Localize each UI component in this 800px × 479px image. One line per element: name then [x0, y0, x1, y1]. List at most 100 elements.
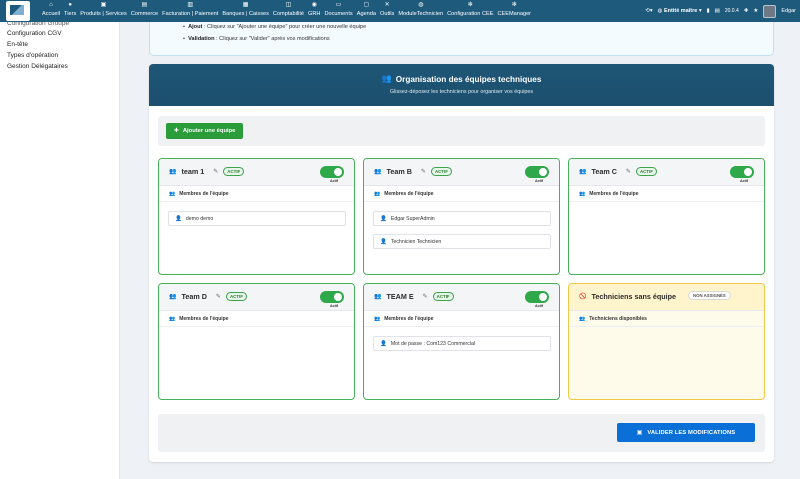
member-item[interactable]: 👤 Mot de passe : Com123 Commercial [373, 336, 551, 351]
team-card[interactable]: 👥 Team D ✎ ACTIF Actif 👥 Membres de l'équipe [158, 283, 355, 400]
commerce-icon: ▤ [141, 2, 148, 8]
nav-item-configuration-cee[interactable]: ✻ Configuration CEE [445, 0, 495, 22]
toggle-label: Actif [740, 179, 748, 183]
plus-icon: ✚ [174, 128, 179, 134]
star-icon[interactable]: ★ [753, 8, 758, 14]
sidebar-item-types-operation[interactable]: Types d'opération [0, 50, 119, 61]
nav-label: CEEManager [497, 11, 532, 17]
version-label: 20.0.4 [724, 8, 739, 14]
users-icon: 👥 [169, 169, 177, 175]
users-icon: 👥 [579, 191, 586, 197]
history-icon[interactable]: ⟲▾ [645, 8, 652, 14]
nav-item-grh[interactable]: ◉ GRH [306, 0, 322, 22]
nav-item-facturation[interactable]: ▥ Facturation | Paiement [160, 0, 220, 22]
users-icon: 👥 [374, 191, 381, 197]
team-title: 👥 Team D ✎ ACTIF [169, 292, 247, 301]
active-toggle[interactable] [320, 166, 344, 178]
documents-icon: ▭ [335, 2, 342, 8]
config-icon: ✻ [467, 2, 473, 8]
active-toggle[interactable] [320, 291, 344, 303]
nav-item-ceemanager[interactable]: ✻ CEEManager [495, 0, 533, 22]
entity-selector[interactable]: ◍ Entité maître ▾ [658, 8, 702, 14]
sidebar-item-en-tete[interactable]: En-tête [0, 39, 119, 50]
tiers-icon: ● [68, 2, 72, 8]
edit-icon[interactable]: ✎ [626, 168, 631, 175]
nav-item-tiers[interactable]: ● Tiers [62, 0, 78, 22]
team-card[interactable]: 👥 TEAM E ✎ ACTIF Actif 👥 Membres de l'équipe… [363, 283, 560, 400]
available-label: 👥 Techniciens disponibles [579, 316, 647, 322]
divider [364, 201, 559, 202]
teams-panel: 👥 Organisation des équipes techniques Gli… [149, 64, 774, 462]
nav-label: Produits | Services [80, 11, 127, 17]
edit-icon[interactable]: ✎ [216, 293, 221, 300]
status-badge: ACTIF [635, 167, 657, 176]
edit-icon[interactable]: ✎ [213, 168, 218, 175]
active-toggle[interactable] [525, 291, 549, 303]
nav-item-agenda[interactable]: ▢ Agenda [355, 0, 378, 22]
avatar[interactable] [763, 4, 777, 18]
nav-item-accueil[interactable]: ⌂ Accueil [40, 0, 62, 22]
members-label: 👥 Membres de l'équipe [374, 191, 434, 197]
members-label: 👥 Membres de l'équipe [169, 191, 229, 197]
status-badge: ACTIF [223, 167, 245, 176]
edit-icon[interactable]: ✎ [421, 168, 426, 175]
sidebar-item-gestion-delegataires[interactable]: Gestion Délégataires [0, 61, 119, 72]
team-card[interactable]: 👥 team 1 ✎ ACTIF Actif 👥 Membres de l'équipe… [158, 158, 355, 275]
status-badge: ACTIF [432, 292, 454, 301]
nav-item-produits[interactable]: ▣ Produits | Services [78, 0, 129, 22]
main-nav: ⌂ Accueil ● Tiers ▣ Produits | Services ▤ Co… [40, 0, 533, 22]
add-icon[interactable]: ✚ [744, 8, 749, 14]
instructions-box: • Ajout : Cliquez sur "Ajouter une équip… [149, 22, 774, 56]
team-card-header: 👥 Team C ✎ ACTIF Actif [569, 159, 764, 186]
team-card[interactable]: 👥 Team B ✎ ACTIF Actif 👥 Membres de l'équipe… [363, 158, 560, 275]
member-item[interactable]: 👤 Edgar SuperAdmin [373, 211, 551, 226]
nav-item-documents[interactable]: ▭ Documents [322, 0, 354, 22]
instruction-validation: • Validation : Cliquez sur "Valider" apr… [183, 36, 330, 42]
instruction-add: • Ajout : Cliquez sur "Ajouter une équip… [183, 24, 367, 30]
nav-item-moduletechnicien[interactable]: ◍ ModuleTechnicien [396, 0, 445, 22]
divider [159, 326, 354, 327]
bookmark-icon[interactable]: ▮ [707, 8, 710, 14]
nav-item-comptabilite[interactable]: ◫ Comptabilité [271, 0, 306, 22]
user-icon: 👤 [380, 238, 387, 245]
print-icon[interactable]: ▤ [715, 8, 720, 14]
add-team-button[interactable]: ✚ Ajouter une équipe [166, 123, 244, 139]
nav-item-commerce[interactable]: ▤ Commerce [129, 0, 160, 22]
team-card[interactable]: 👥 Team C ✎ ACTIF Actif 👥 Membres de l'équipe [568, 158, 765, 275]
toggle-label: Actif [330, 179, 338, 183]
divider [569, 326, 764, 327]
team-card-header: 👥 Team B ✎ ACTIF Actif [364, 159, 559, 186]
nav-label: ModuleTechnicien [398, 11, 444, 17]
username[interactable]: Edgar [781, 8, 796, 14]
status-badge: ACTIF [225, 292, 247, 301]
team-card-header: 👥 team 1 ✎ ACTIF Actif [159, 159, 354, 186]
user-icon: 👤 [380, 340, 387, 347]
save-button[interactable]: ▣ VALIDER LES MODIFICATIONS [617, 423, 755, 442]
users-icon: 👥 [169, 191, 176, 197]
sidebar-item-configuration-cgv[interactable]: Configuration CGV [0, 28, 119, 39]
active-toggle[interactable] [525, 166, 549, 178]
app-logo[interactable] [6, 1, 30, 21]
grh-icon: ◉ [311, 2, 317, 8]
nav-right: ⟲▾ ◍ Entité maître ▾ ▮ ▤ 20.0.4 ✚ ★ Edga… [645, 0, 796, 22]
unassigned-card[interactable]: 🚫 Techniciens sans équipe NON ASSIGNÉS 👥 T… [568, 283, 765, 400]
active-toggle[interactable] [730, 166, 754, 178]
members-label: 👥 Membres de l'équipe [374, 316, 434, 322]
nav-item-outils[interactable]: ✕ Outils [378, 0, 396, 22]
team-card-header: 👥 TEAM E ✎ ACTIF Actif [364, 284, 559, 311]
team-title: 👥 Team C ✎ ACTIF [579, 167, 657, 176]
nav-item-banques[interactable]: ▦ Banques | Caisses [220, 0, 271, 22]
nav-label: Accueil [42, 11, 61, 17]
members-label: 👥 Membres de l'équipe [169, 316, 229, 322]
member-item[interactable]: 👤 demo demo [168, 211, 346, 226]
bank-icon: ▦ [242, 2, 249, 8]
agenda-icon: ▢ [363, 2, 370, 8]
edit-icon[interactable]: ✎ [423, 293, 428, 300]
divider [569, 201, 764, 202]
nav-label: Facturation | Paiement [162, 11, 219, 17]
tools-icon: ✕ [384, 2, 390, 8]
member-item[interactable]: 👤 Technicien Technicien [373, 234, 551, 249]
users-icon: 👥 [374, 316, 381, 322]
unassigned-badge: NON ASSIGNÉS [688, 291, 731, 300]
panel-header: 👥 Organisation des équipes techniques Gli… [149, 64, 774, 106]
